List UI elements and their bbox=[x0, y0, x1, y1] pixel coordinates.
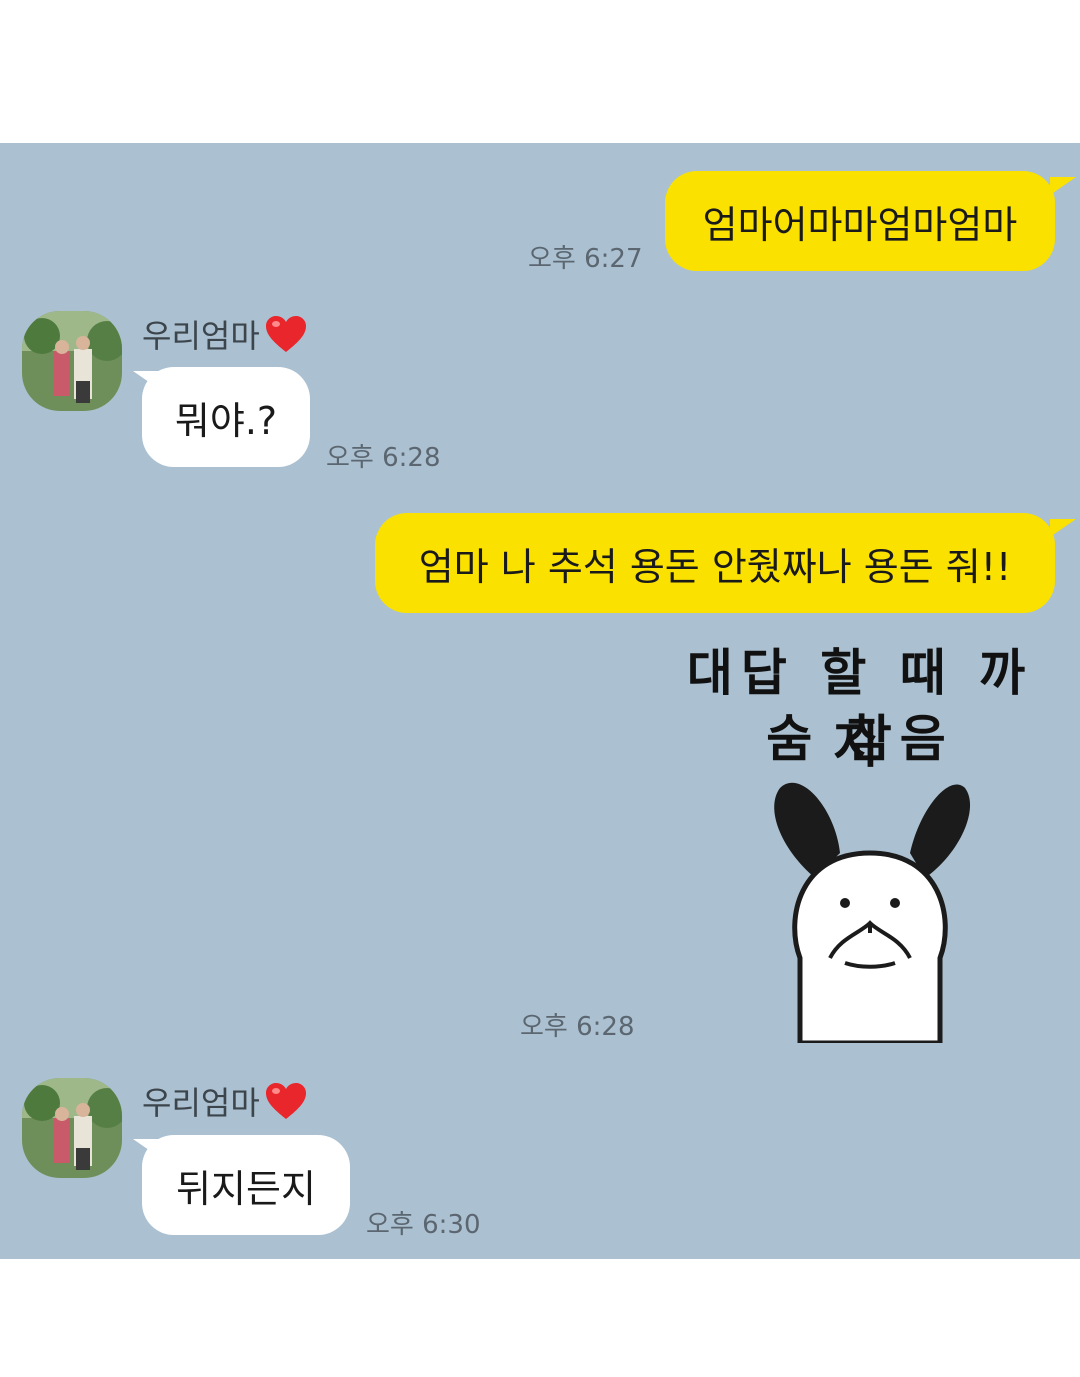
avatar[interactable] bbox=[22, 311, 122, 411]
avatar-photo-icon bbox=[22, 1078, 122, 1178]
message-time: 오후 6:28 bbox=[520, 1012, 635, 1042]
incoming-message[interactable]: 뭐야.? bbox=[142, 367, 310, 467]
sender-name-text: 우리엄마 bbox=[142, 1084, 260, 1122]
bubble-tail bbox=[1050, 177, 1076, 195]
heart-icon bbox=[264, 314, 308, 354]
sender-name: 우리엄마 bbox=[142, 311, 308, 357]
message-time: 오후 6:27 bbox=[528, 244, 643, 274]
outgoing-message[interactable]: 엄마 나 추석 용돈 안줬짜나 용돈 줘!! bbox=[375, 513, 1055, 613]
chat-area: 오후 6:27 엄마어마마엄마엄마 우리엄마 뭐야.? 오후 6:28 엄마 나… bbox=[0, 143, 1080, 1259]
avatar-photo-icon bbox=[22, 311, 122, 411]
bubble-tail bbox=[1050, 519, 1076, 537]
sender-name-text: 우리엄마 bbox=[142, 317, 260, 355]
incoming-message[interactable]: 뒤지든지 bbox=[142, 1135, 350, 1235]
sender-name: 우리엄마 bbox=[142, 1078, 308, 1124]
sticker[interactable]: 대답 할 때 까지 숨 참음 bbox=[680, 633, 1040, 1043]
message-time: 오후 6:30 bbox=[366, 1210, 481, 1240]
message-time: 오후 6:28 bbox=[326, 443, 441, 473]
avatar[interactable] bbox=[22, 1078, 122, 1178]
bunny-sticker-icon bbox=[774, 782, 971, 1043]
outgoing-message[interactable]: 엄마어마마엄마엄마 bbox=[665, 171, 1055, 271]
heart-icon bbox=[264, 1081, 308, 1121]
